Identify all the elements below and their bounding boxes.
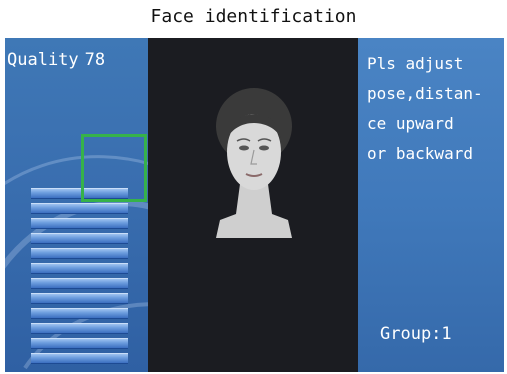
hint-line-4: or backward	[367, 144, 473, 163]
face-detection-box	[81, 134, 147, 202]
camera-preview	[148, 38, 358, 372]
quality-bar-segment	[31, 353, 128, 364]
hint-line-1: Pls adjust	[367, 54, 464, 73]
quality-bar-segment	[31, 338, 128, 349]
quality-meter	[31, 188, 128, 368]
quality-bar-segment	[31, 203, 128, 214]
quality-readout: Quality 78	[7, 50, 105, 70]
hint-line-3: ce upward	[367, 114, 454, 133]
quality-bar-segment	[31, 278, 128, 289]
quality-bar-segment	[31, 233, 128, 244]
hint-line-2: pose,distan-	[367, 84, 483, 103]
quality-bar-segment	[31, 323, 128, 334]
quality-bar-segment	[31, 263, 128, 274]
device-display: Quality 78 Pls adjust pose,distan- ce up…	[5, 38, 504, 372]
face-image	[216, 88, 292, 238]
face-identification-screen: Face identification Quality 78 Pls adjus…	[0, 0, 507, 374]
quality-bar-segment	[31, 248, 128, 259]
quality-bar-segment	[31, 218, 128, 229]
quality-value: 78	[84, 50, 106, 70]
group-label: Group:1	[380, 324, 452, 344]
hint-panel: Pls adjust pose,distan- ce upward or bac…	[358, 38, 504, 372]
quality-label: Quality	[7, 50, 79, 70]
quality-bar-segment	[31, 293, 128, 304]
page-title: Face identification	[150, 6, 357, 27]
quality-panel: Quality 78	[5, 38, 148, 372]
quality-bar-segment	[31, 308, 128, 319]
